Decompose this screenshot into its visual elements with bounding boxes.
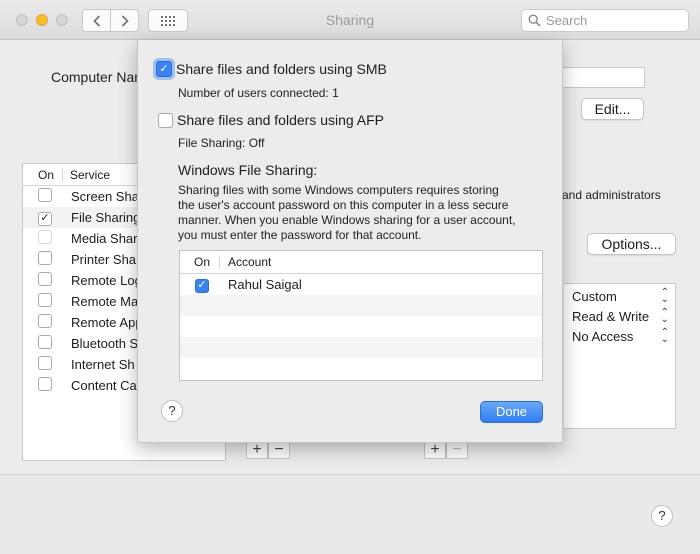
add-folder-button[interactable]: + bbox=[246, 441, 268, 459]
help-button[interactable]: ? bbox=[651, 505, 673, 527]
table-row-empty bbox=[180, 316, 542, 337]
service-label: Content Ca bbox=[71, 378, 137, 393]
service-label: Screen Sha bbox=[71, 189, 139, 204]
add-user-button[interactable]: + bbox=[424, 441, 446, 459]
service-checkbox[interactable] bbox=[38, 314, 52, 328]
accounts-table-header: On Account bbox=[180, 251, 542, 274]
service-label: Media Shar bbox=[71, 231, 138, 246]
bottom-bar bbox=[0, 474, 700, 554]
search-icon bbox=[528, 14, 541, 27]
service-checkbox[interactable] bbox=[38, 356, 52, 370]
smb-label: Share files and folders using SMB bbox=[176, 61, 387, 77]
column-header-service: Service bbox=[70, 167, 111, 182]
column-header-on: On bbox=[180, 255, 220, 269]
service-label: File Sharing bbox=[71, 210, 141, 225]
description-line: Sharing files with some Windows computer… bbox=[178, 183, 499, 197]
sheet-help-button[interactable]: ? bbox=[161, 400, 183, 422]
column-header-account: Account bbox=[228, 255, 272, 269]
account-row[interactable]: ✓ Rahul Saigal bbox=[180, 274, 542, 295]
service-checkbox[interactable] bbox=[38, 293, 52, 307]
account-checkbox[interactable]: ✓ bbox=[195, 278, 209, 293]
search-placeholder: Search bbox=[546, 13, 588, 28]
table-row-empty bbox=[180, 337, 542, 358]
up-down-arrows-icon[interactable]: ⌃ ⌄ bbox=[661, 288, 669, 305]
smb-option[interactable]: ✓ Share files and folders using SMB bbox=[156, 61, 387, 77]
table-row-empty bbox=[180, 358, 542, 379]
remove-user-button[interactable]: − bbox=[446, 441, 468, 459]
windows-sharing-heading: Windows File Sharing: bbox=[178, 162, 318, 178]
service-checkbox[interactable] bbox=[38, 230, 52, 244]
up-down-arrows-icon[interactable]: ⌃ ⌄ bbox=[661, 308, 669, 325]
permission-row[interactable]: No Access ⌃ ⌄ bbox=[564, 326, 675, 346]
users-add-remove: + − bbox=[424, 441, 468, 459]
service-checkbox[interactable] bbox=[38, 251, 52, 265]
service-checkbox-checked[interactable]: ✓ bbox=[38, 211, 52, 226]
permission-row[interactable]: Custom ⌃ ⌄ bbox=[564, 286, 675, 306]
shared-folders-add-remove: + − bbox=[246, 441, 290, 459]
options-button[interactable]: Options... bbox=[587, 233, 676, 255]
service-checkbox[interactable] bbox=[38, 272, 52, 286]
done-button[interactable]: Done bbox=[480, 401, 543, 423]
service-label: Remote Ma bbox=[71, 294, 139, 309]
description-line: you must enter the password for that acc… bbox=[178, 228, 422, 242]
accounts-table: On Account ✓ Rahul Saigal bbox=[179, 250, 543, 381]
administrators-text: and administrators bbox=[562, 188, 661, 202]
search-field[interactable]: Search bbox=[521, 9, 689, 32]
afp-label: Share files and folders using AFP bbox=[177, 112, 385, 128]
permission-label: Custom bbox=[572, 288, 617, 304]
smb-checkbox[interactable]: ✓ bbox=[156, 61, 172, 77]
service-label: Remote Log bbox=[71, 273, 142, 288]
permissions-list: Custom ⌃ ⌄ Read & Write ⌃ ⌄ No Access ⌃ ⌄ bbox=[564, 283, 676, 429]
computer-name-field[interactable] bbox=[560, 67, 645, 88]
service-label: Internet Sh bbox=[71, 357, 135, 372]
permission-row[interactable]: Read & Write ⌃ ⌄ bbox=[564, 306, 675, 326]
account-name: Rahul Saigal bbox=[228, 277, 302, 292]
afp-option[interactable]: Share files and folders using AFP bbox=[158, 112, 384, 128]
edit-button[interactable]: Edit... bbox=[581, 98, 644, 120]
service-checkbox[interactable] bbox=[38, 188, 52, 202]
up-down-arrows-icon[interactable]: ⌃ ⌄ bbox=[661, 328, 669, 345]
permission-label: Read & Write bbox=[572, 308, 650, 324]
service-label: Bluetooth S bbox=[71, 336, 139, 351]
afp-status-text: File Sharing: Off bbox=[178, 136, 265, 150]
file-sharing-options-sheet: ✓ Share files and folders using SMB Numb… bbox=[137, 40, 563, 443]
windows-sharing-description: Sharing files with some Windows computer… bbox=[178, 183, 550, 243]
service-label: Printer Sha bbox=[71, 252, 137, 267]
service-checkbox[interactable] bbox=[38, 377, 52, 391]
computer-name-label: Computer Nan bbox=[51, 69, 143, 85]
table-row-empty bbox=[180, 295, 542, 316]
users-connected-text: Number of users connected: 1 bbox=[178, 86, 339, 100]
permission-label: No Access bbox=[572, 328, 634, 344]
column-header-on: On bbox=[23, 167, 63, 182]
description-line: the user's account password on this comp… bbox=[178, 198, 509, 212]
service-checkbox[interactable] bbox=[38, 335, 52, 349]
afp-checkbox[interactable] bbox=[158, 112, 173, 128]
service-label: Remote App bbox=[71, 315, 143, 330]
description-line: manner. When you enable Windows sharing … bbox=[178, 213, 516, 227]
remove-folder-button[interactable]: − bbox=[268, 441, 290, 459]
